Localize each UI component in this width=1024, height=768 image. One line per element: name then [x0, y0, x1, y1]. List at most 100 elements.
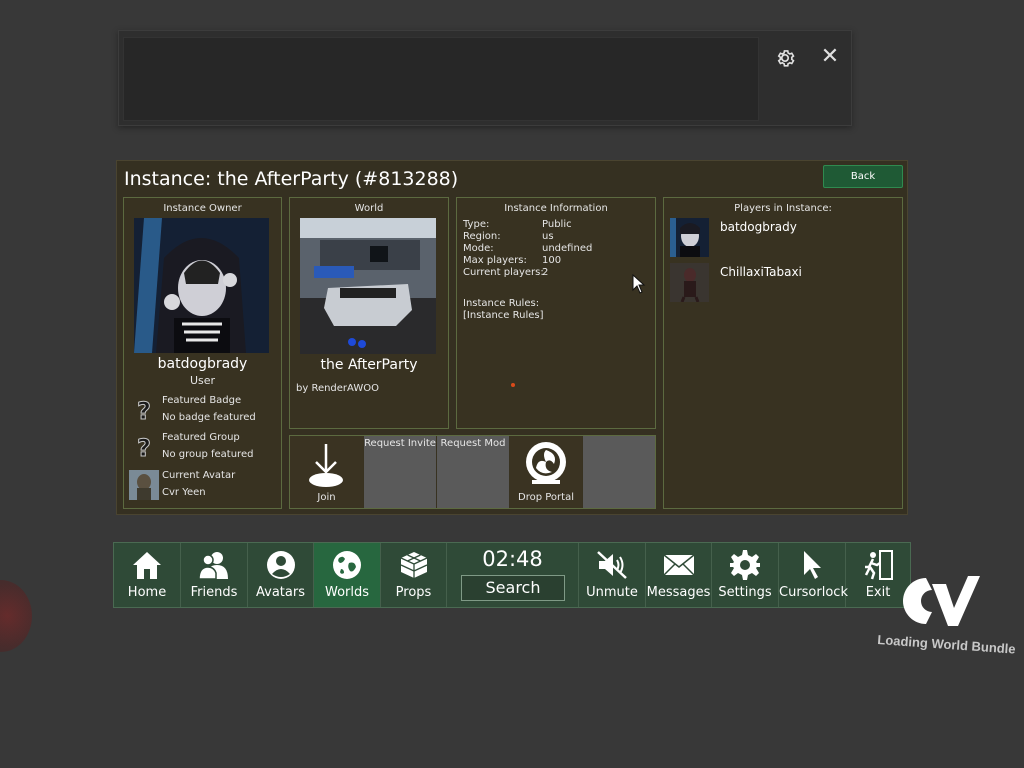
info-max-players-value: 100	[542, 255, 562, 266]
nav-worlds[interactable]: Worlds	[314, 543, 381, 607]
owner-name: batdogbrady	[157, 356, 248, 372]
player-name: batdogbrady	[720, 220, 797, 234]
instance-actions: Join Request Invite Request Mod Drop Por…	[289, 435, 656, 509]
join-label: Join	[317, 492, 336, 503]
info-region-key: Region:	[463, 231, 501, 242]
worlds-icon	[333, 551, 361, 579]
instance-panel: Instance: the AfterParty (#813288) Back …	[116, 160, 908, 515]
world-name: the AfterParty	[320, 357, 418, 373]
nav-avatars[interactable]: Avatars	[248, 543, 314, 607]
request-mod-label: Request Mod	[440, 438, 506, 449]
info-region-value: us	[542, 231, 554, 242]
instance-rules-value: [Instance Rules]	[463, 310, 544, 321]
request-mod-button[interactable]: Request Mod	[437, 436, 509, 508]
current-avatar-thumbnail	[129, 470, 159, 500]
player-row[interactable]: batdogbrady	[670, 218, 895, 258]
info-current-players-value: 2	[542, 267, 549, 278]
avatars-icon	[266, 551, 295, 579]
world-section-title: World	[354, 203, 384, 214]
page-title: Instance: the AfterParty (#813288)	[124, 168, 459, 190]
props-icon	[400, 552, 427, 578]
back-button[interactable]: Back	[823, 165, 903, 188]
question-icon: ?	[137, 434, 152, 463]
featured-group-value: No group featured	[162, 449, 254, 460]
instance-information-card: Instance Information Type: Public Region…	[456, 197, 656, 429]
nav-home-label: Home	[127, 585, 167, 600]
nav-props-label: Props	[395, 585, 432, 600]
red-blob-overlay	[0, 580, 32, 652]
nav-friends[interactable]: Friends	[181, 543, 248, 607]
question-icon: ?	[137, 397, 152, 426]
info-mode-key: Mode:	[463, 243, 494, 254]
current-avatar-value: Cvr Yeen	[162, 487, 206, 498]
player-avatar	[670, 218, 709, 257]
nav-unmute[interactable]: Unmute	[579, 543, 646, 607]
nav-cursorlock[interactable]: Cursorlock	[779, 543, 848, 607]
featured-badge[interactable]: ? Featured Badge No badge featured	[134, 395, 279, 429]
join-icon	[309, 444, 343, 487]
friends-icon	[198, 552, 228, 580]
featured-badge-label: Featured Badge	[162, 395, 242, 406]
nav-settings[interactable]: Settings	[712, 543, 779, 607]
nav-friends-label: Friends	[190, 585, 238, 600]
featured-badge-value: No badge featured	[162, 412, 256, 423]
players-in-instance-card: Players in Instance: batdogbrady Chillax…	[663, 197, 903, 509]
info-mode-value: undefined	[542, 243, 593, 254]
gear-icon[interactable]	[774, 47, 796, 69]
settings-icon	[730, 550, 760, 580]
current-avatar[interactable]: Current Avatar Cvr Yeen	[129, 470, 274, 504]
nav-avatars-label: Avatars	[256, 585, 305, 600]
clock: 02:48	[482, 547, 543, 571]
request-invite-button[interactable]: Request Invite	[364, 436, 436, 508]
request-invite-label: Request Invite	[364, 438, 436, 449]
close-icon[interactable]: ✕	[819, 45, 841, 69]
empty-action-slot	[583, 436, 655, 508]
info-type-key: Type:	[463, 219, 490, 230]
world-card: World the AfterParty by RenderAWOO	[289, 197, 449, 429]
top-panel: ✕	[118, 30, 852, 126]
nav-worlds-label: Worlds	[324, 585, 370, 600]
search-button[interactable]: Search	[461, 575, 565, 601]
owner-role: User	[189, 374, 216, 387]
world-author: by RenderAWOO	[296, 383, 379, 394]
loading-status-text: Loading World Bundle	[876, 632, 1017, 657]
owner-section-title: Instance Owner	[163, 203, 242, 214]
player-avatar	[670, 263, 709, 303]
drop-portal-button[interactable]: Drop Portal	[510, 436, 582, 508]
world-thumbnail[interactable]	[300, 218, 436, 354]
messages-icon	[662, 554, 695, 576]
home-icon	[133, 552, 161, 579]
main-navigation-bar: Home Friends Avatars Worlds Props 02:48 …	[113, 542, 911, 608]
nav-messages[interactable]: Messages	[646, 543, 712, 607]
info-current-players-key: Current players:	[463, 267, 544, 278]
nav-cursorlock-label: Cursorlock	[779, 585, 848, 600]
portal-icon	[526, 442, 566, 484]
nav-props[interactable]: Props	[381, 543, 447, 607]
nav-clock-search: 02:48 Search	[447, 543, 579, 607]
nav-unmute-label: Unmute	[586, 585, 638, 600]
cursor-icon	[804, 551, 821, 579]
drop-portal-label: Drop Portal	[518, 492, 574, 503]
instance-info-title: Instance Information	[504, 203, 608, 214]
players-section-title: Players in Instance:	[734, 203, 832, 214]
nav-messages-label: Messages	[646, 585, 711, 600]
info-max-players-key: Max players:	[463, 255, 527, 266]
info-type-value: Public	[542, 219, 572, 230]
nav-home[interactable]: Home	[114, 543, 181, 607]
instance-rules-label: Instance Rules:	[463, 298, 540, 309]
unmute-icon	[597, 551, 627, 579]
mouse-cursor-icon	[632, 273, 646, 294]
cvr-logo	[903, 576, 980, 626]
instance-owner-card: Instance Owner batdogbrady User ? Featur…	[123, 197, 282, 509]
top-text-area[interactable]	[123, 37, 759, 121]
join-button[interactable]: Join	[290, 436, 363, 508]
nav-settings-label: Settings	[718, 585, 772, 600]
player-name: ChillaxiTabaxi	[720, 265, 802, 279]
featured-group-label: Featured Group	[162, 432, 240, 443]
exit-icon	[864, 550, 893, 580]
owner-avatar[interactable]	[134, 218, 269, 353]
red-dot	[511, 383, 515, 387]
current-avatar-label: Current Avatar	[162, 470, 236, 481]
player-row[interactable]: ChillaxiTabaxi	[670, 263, 895, 303]
featured-group[interactable]: ? Featured Group No group featured	[134, 432, 279, 466]
